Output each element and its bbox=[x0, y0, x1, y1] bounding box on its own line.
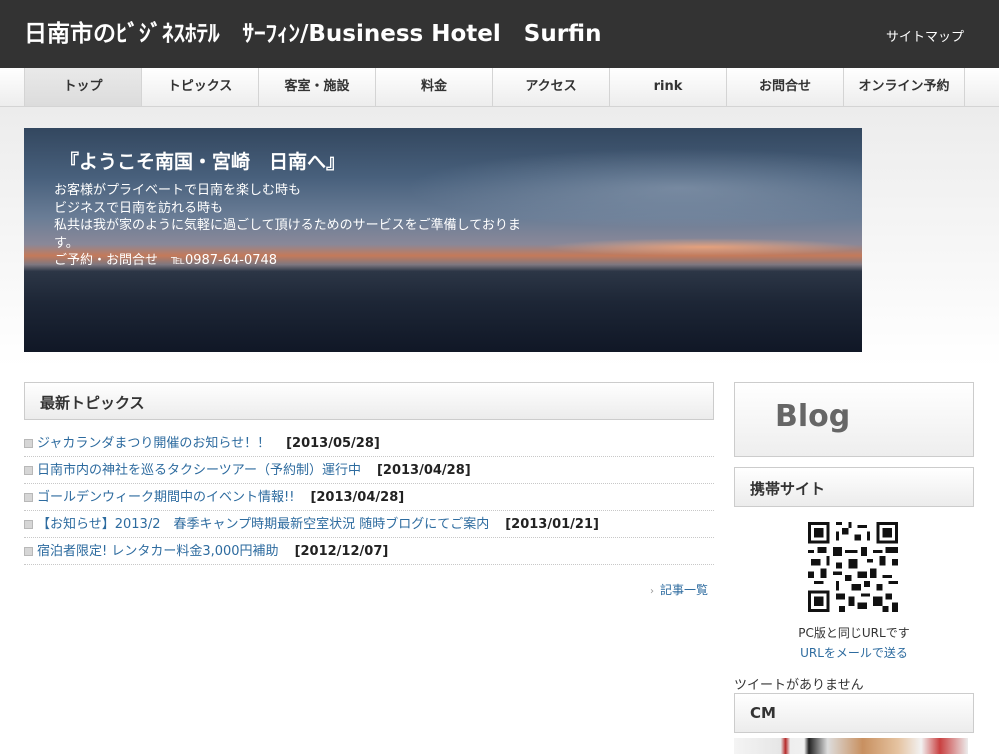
all-articles-link[interactable]: › 記事一覧 bbox=[650, 581, 708, 598]
nav-item-top[interactable]: トップ bbox=[24, 68, 141, 106]
nav-item-contact[interactable]: お問合せ bbox=[726, 68, 843, 106]
banner-line: お客様がプライベートで日南を楽しむ時も bbox=[54, 183, 302, 198]
list-item: 宿泊者限定! レンタカー料金3,000円補助 [2012/12/07] bbox=[24, 538, 714, 565]
bullet-icon bbox=[24, 493, 33, 502]
nav-item-rooms[interactable]: 客室・施設 bbox=[258, 68, 375, 106]
topic-list: ジャカランダまつり開催のお知らせ！！ [2013/05/28] 日南市内の神社を巡… bbox=[24, 430, 714, 565]
topic-date: [2013/04/28] bbox=[310, 490, 405, 505]
topic-date: [2013/04/28] bbox=[376, 463, 471, 478]
site-header: 日南市のﾋﾞｼﾞﾈｽﾎﾃﾙ ｻｰﾌｨﾝ/Business Hotel Surfi… bbox=[0, 0, 999, 68]
nav-item-topics[interactable]: トピックス bbox=[141, 68, 258, 106]
cm-header: CM bbox=[734, 693, 974, 733]
nav-item-online-booking[interactable]: オンライン予約 bbox=[843, 68, 965, 106]
topic-date: [2013/01/21] bbox=[505, 517, 599, 532]
bullet-icon bbox=[24, 520, 33, 529]
bullet-icon bbox=[24, 547, 33, 556]
topic-link[interactable]: ゴールデンウィーク期間中のイベント情報!! bbox=[37, 490, 294, 505]
bullet-icon bbox=[24, 466, 33, 475]
banner-text: お客様がプライベートで日南を楽しむ時も ビジネスで日南を訪れる時も 私共は我が家… bbox=[54, 182, 554, 270]
list-item: 【お知らせ】2013/2 春季キャンプ時期最新空室状況 随時ブログにてご案内 [2… bbox=[24, 511, 714, 538]
main-nav: トップ トピックス 客室・施設 料金 アクセス rink お問合せ オンライン予… bbox=[0, 68, 999, 107]
chevron-right-icon: › bbox=[650, 586, 654, 597]
banner-line: ビジネスで日南を訪れる時も bbox=[54, 200, 224, 216]
list-item: ゴールデンウィーク期間中のイベント情報!! [2013/04/28] bbox=[24, 484, 714, 511]
topics-header: 最新トピックス bbox=[24, 382, 714, 420]
banner-line: ご予約・お問合せ ℡0987-64-0748 bbox=[54, 253, 278, 268]
qr-caption: PC版と同じURLです bbox=[798, 626, 910, 640]
topic-link[interactable]: 【お知らせ】2013/2 春季キャンプ時期最新空室状況 随時ブログにてご案内 bbox=[37, 517, 489, 532]
nav-item-rates[interactable]: 料金 bbox=[375, 68, 492, 106]
bullet-icon bbox=[24, 439, 33, 448]
list-item: 日南市内の神社を巡るタクシーツアー（予約制）運行中 [2013/04/28] bbox=[24, 457, 714, 484]
mobile-site-title: 携帯サイト bbox=[750, 480, 826, 498]
cm-title: CM bbox=[750, 704, 776, 722]
topic-date: [2012/12/07] bbox=[294, 544, 389, 559]
blog-label: Blog bbox=[775, 399, 851, 434]
cm-banner-image[interactable] bbox=[734, 738, 968, 754]
banner-heading: 『ようこそ南国・宮崎 日南へ』 bbox=[60, 151, 346, 173]
blog-banner-button[interactable]: Blog bbox=[734, 382, 974, 457]
topics-title: 最新トピックス bbox=[40, 394, 145, 412]
list-item: ジャカランダまつり開催のお知らせ！！ [2013/05/28] bbox=[24, 430, 714, 457]
mobile-site-header: 携帯サイト bbox=[734, 467, 974, 507]
sitemap-link[interactable]: サイトマップ bbox=[886, 26, 964, 45]
nav-item-access[interactable]: アクセス bbox=[492, 68, 609, 106]
topic-link[interactable]: 日南市内の神社を巡るタクシーツアー（予約制）運行中 bbox=[37, 463, 361, 478]
topic-link[interactable]: ジャカランダまつり開催のお知らせ！！ bbox=[37, 436, 270, 451]
send-url-email-link[interactable]: URLをメールで送る bbox=[734, 644, 974, 661]
banner-sunset-glow bbox=[544, 238, 862, 256]
topic-link[interactable]: 宿泊者限定! レンタカー料金3,000円補助 bbox=[37, 544, 279, 559]
topic-date: [2013/05/28] bbox=[286, 436, 380, 451]
banner-line: 私共は我が家のように気軽に過ごして頂けるためのサービスをご準備しておりま bbox=[54, 218, 521, 233]
all-articles-label: 記事一覧 bbox=[660, 583, 709, 597]
qr-code-icon bbox=[808, 522, 898, 612]
banner-line: す。 bbox=[54, 235, 79, 251]
nav-item-rink[interactable]: rink bbox=[609, 68, 726, 106]
tweet-status: ツイートがありません bbox=[734, 678, 864, 693]
site-title[interactable]: 日南市のﾋﾞｼﾞﾈｽﾎﾃﾙ ｻｰﾌｨﾝ/Business Hotel Surfi… bbox=[24, 14, 601, 48]
hero-banner: 『ようこそ南国・宮崎 日南へ』 お客様がプライベートで日南を楽しむ時も ビジネス… bbox=[24, 128, 862, 352]
